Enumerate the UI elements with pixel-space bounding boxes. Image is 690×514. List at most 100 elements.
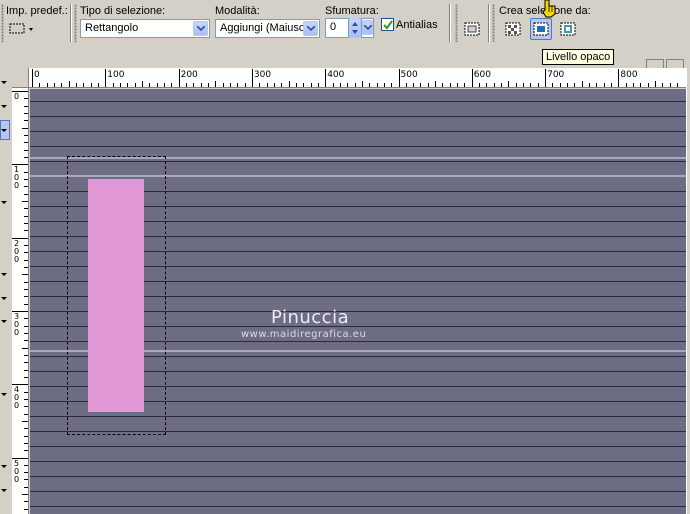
ruler-tick bbox=[244, 83, 246, 87]
tool-arrow-icon[interactable] bbox=[1, 465, 7, 468]
ruler-tick bbox=[391, 83, 393, 87]
ruler-tick bbox=[24, 442, 28, 444]
antialias-checkbox[interactable] bbox=[381, 18, 394, 31]
ruler-tick bbox=[677, 83, 679, 87]
ruler-tick bbox=[171, 83, 173, 87]
ruler-tick bbox=[354, 83, 356, 87]
ruler-tick bbox=[24, 230, 28, 232]
from-layer-button[interactable] bbox=[502, 18, 524, 40]
feather-value: 0 bbox=[330, 21, 337, 33]
feather-spinner[interactable] bbox=[349, 18, 361, 38]
ruler-tick bbox=[24, 120, 28, 122]
chevron-down-icon[interactable] bbox=[362, 20, 373, 35]
tool-arrow-icon[interactable] bbox=[1, 297, 7, 300]
selection-marquee[interactable] bbox=[67, 156, 166, 435]
feather-dropdown[interactable] bbox=[361, 18, 374, 38]
tool-arrow-icon[interactable] bbox=[1, 273, 7, 276]
ruler-tick bbox=[156, 83, 158, 87]
ruler-tick bbox=[486, 83, 488, 87]
ruler-tick bbox=[24, 186, 28, 188]
spinner-arrows-icon bbox=[352, 22, 358, 34]
mask-layer-button[interactable] bbox=[557, 18, 579, 40]
selection-type-select[interactable]: Rettangolo bbox=[80, 19, 210, 38]
feather-input[interactable]: 0 bbox=[325, 18, 349, 38]
ruler-tick bbox=[545, 69, 547, 87]
mask-layer-icon bbox=[560, 22, 576, 36]
ruler-tick bbox=[347, 83, 349, 87]
ruler-tick bbox=[22, 200, 28, 202]
grip-handle[interactable] bbox=[1, 4, 4, 42]
tool-arrow-icon[interactable] bbox=[1, 489, 7, 492]
chevron-down-icon[interactable] bbox=[303, 21, 318, 36]
ruler-tick bbox=[24, 486, 28, 488]
ruler-tick bbox=[310, 83, 312, 87]
tools-panel bbox=[0, 68, 12, 514]
ruler-tick bbox=[523, 83, 525, 87]
ruler-label: 100 bbox=[107, 70, 125, 80]
tool-arrow-icon[interactable] bbox=[1, 201, 7, 204]
tool-arrow-icon[interactable] bbox=[1, 105, 7, 108]
ruler-tick bbox=[574, 83, 576, 87]
tool-arrow-icon[interactable] bbox=[1, 81, 7, 84]
select-all-button[interactable] bbox=[461, 18, 483, 40]
ruler-tick bbox=[383, 83, 385, 87]
tool-arrow-icon[interactable] bbox=[1, 393, 7, 396]
select-all-icon bbox=[464, 22, 480, 36]
ruler-tick bbox=[24, 362, 28, 364]
ruler-tick bbox=[22, 127, 28, 129]
ruler-tick bbox=[215, 81, 217, 87]
ruler-tick bbox=[24, 450, 28, 452]
ruler-tick bbox=[24, 413, 28, 415]
ruler-tick bbox=[581, 81, 583, 87]
chevron-down-icon[interactable] bbox=[193, 21, 208, 36]
minimize-button[interactable] bbox=[646, 59, 664, 68]
ruler-label: 100 bbox=[14, 165, 20, 191]
tool-arrow-icon[interactable] bbox=[1, 129, 7, 132]
ruler-tick bbox=[405, 83, 407, 87]
grip-handle bbox=[492, 4, 495, 42]
ruler-label: 0 bbox=[34, 70, 40, 80]
ruler-tick bbox=[24, 215, 28, 217]
ruler-label: 200 bbox=[180, 70, 198, 80]
ruler-tick bbox=[32, 69, 33, 87]
mode-label: Modalità: bbox=[215, 5, 260, 17]
ruler-label: 500 bbox=[14, 458, 20, 484]
tool-arrow-icon[interactable] bbox=[1, 320, 7, 323]
ruler-label: 700 bbox=[547, 70, 565, 80]
preset-label: Imp. predef.: bbox=[6, 5, 68, 17]
antialias-label: Antialias bbox=[396, 19, 438, 31]
ruler-tick bbox=[332, 83, 334, 87]
mode-select[interactable]: Aggiungi (Maiusc) bbox=[215, 19, 320, 38]
ruler-tick bbox=[435, 81, 437, 87]
ruler-tick bbox=[559, 83, 561, 87]
maximize-button[interactable] bbox=[666, 59, 684, 68]
ruler-tick bbox=[83, 83, 85, 87]
ruler-tick bbox=[24, 472, 28, 474]
watermark-title: Pinuccia bbox=[271, 307, 350, 328]
right-edge bbox=[686, 68, 690, 514]
ruler-tick bbox=[22, 274, 28, 276]
ruler-label: 800 bbox=[620, 70, 638, 80]
ruler-tick bbox=[662, 83, 664, 87]
ruler-tick bbox=[22, 420, 28, 422]
ruler-tick bbox=[24, 252, 28, 254]
checkmark-icon bbox=[383, 20, 393, 30]
ruler-tick bbox=[119, 83, 121, 87]
ruler-tick bbox=[222, 83, 224, 87]
ruler-tick bbox=[288, 81, 290, 87]
ruler-tick bbox=[251, 69, 253, 87]
ruler-tick bbox=[464, 83, 466, 87]
hand-cursor-icon bbox=[542, 0, 556, 18]
ruler-tick bbox=[603, 83, 605, 87]
horizontal-ruler: 0 100 200 300 400 500 600 700 800 bbox=[12, 68, 686, 88]
image-canvas[interactable]: Pinuccia www.maidiregrafica.eu bbox=[30, 89, 686, 514]
ruler-tick bbox=[24, 296, 28, 298]
preset-button[interactable] bbox=[7, 18, 37, 40]
ruler-tick bbox=[589, 83, 591, 87]
ruler-tick bbox=[317, 83, 319, 87]
tool-options-bar: Imp. predef.: Tipo di selezione: Rettang… bbox=[0, 0, 690, 68]
ruler-tick bbox=[105, 69, 107, 87]
opaque-layer-button[interactable] bbox=[530, 18, 552, 40]
ruler-tick bbox=[515, 83, 517, 87]
ruler-tick bbox=[24, 391, 28, 393]
